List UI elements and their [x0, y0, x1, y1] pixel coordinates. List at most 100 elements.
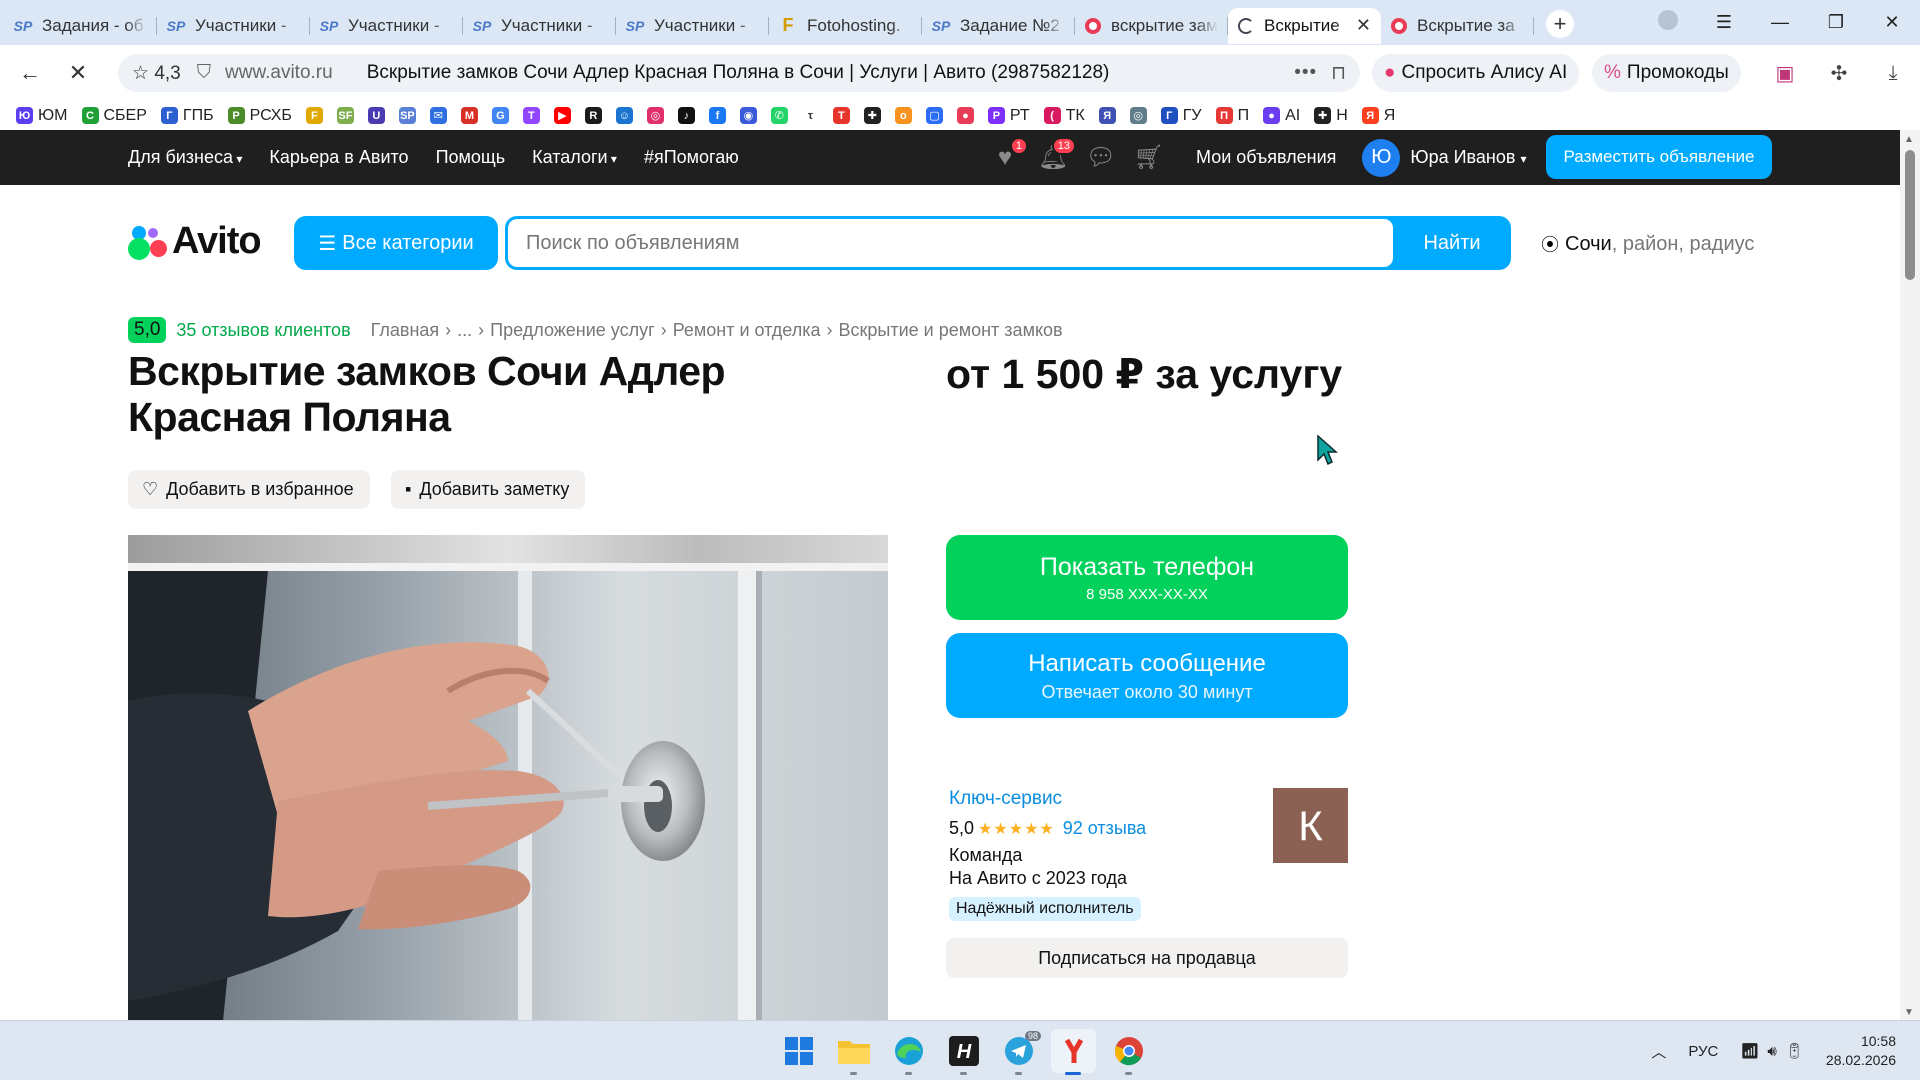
scrollbar-thumb[interactable] [1905, 150, 1915, 280]
bookmark-item[interactable]: U [367, 107, 385, 124]
header-nav-link[interactable]: #яПомогаю [644, 147, 739, 168]
browser-tab[interactable]: SP Участники - [157, 8, 310, 44]
bookmark-item[interactable]: ✉ [429, 107, 447, 124]
bookmark-item[interactable]: T [832, 107, 850, 124]
battery-icon[interactable]: 🔋︎ [1785, 1042, 1804, 1060]
close-tab-icon[interactable]: ✕ [1356, 15, 1371, 36]
search-button[interactable]: Найти [1393, 219, 1508, 267]
browser-tab[interactable]: Вскрытие ✕ [1228, 7, 1381, 44]
clock[interactable]: 10:58 28.02.2026 [1826, 1032, 1896, 1070]
bookmark-item[interactable]: M [460, 107, 478, 124]
download-icon[interactable]: ⤓ [1866, 62, 1920, 85]
address-bar[interactable]: ☆ 4,3 ⛉ www.avito.ru Вскрытие замков Соч… [118, 54, 1360, 92]
scroll-up-icon[interactable]: ▲ [1904, 134, 1914, 145]
stop-loading-button[interactable]: ✕ [54, 60, 102, 86]
taskbar-edge[interactable] [886, 1029, 931, 1075]
new-tab-button[interactable]: + [1546, 9, 1574, 38]
search-input[interactable] [508, 219, 1393, 267]
bookmark-item[interactable]: ♪ [677, 107, 695, 124]
browser-tab[interactable]: SP Участники - [463, 8, 616, 44]
my-ads-link[interactable]: Мои объявления [1196, 147, 1336, 168]
header-nav-link[interactable]: Помощь [436, 147, 506, 168]
bookmark-item[interactable]: R [584, 107, 602, 124]
browser-tab[interactable]: SP Задание №2 [922, 8, 1075, 44]
avito-logo[interactable]: Avito [128, 220, 262, 263]
alice-button[interactable]: ● Спросить Алису AI [1372, 54, 1580, 92]
browser-tab[interactable]: SP Участники - [310, 8, 463, 44]
scroll-down-icon[interactable]: ▼ [1904, 1007, 1914, 1018]
listing-photo-gallery[interactable] [128, 535, 888, 1020]
location-selector[interactable]: ⦿ Сочи, район, радиус [1541, 231, 1754, 257]
breadcrumb-link[interactable]: ... [457, 320, 472, 340]
bookmark-item[interactable]: Р РСХБ [227, 107, 292, 125]
bookmark-item[interactable]: G [491, 107, 509, 124]
taskbar-explorer[interactable] [831, 1029, 876, 1075]
seller-reviews-link[interactable]: 92 отзыва [1063, 818, 1146, 839]
taskbar-yandex-browser[interactable] [1051, 1029, 1096, 1075]
bookmark-item[interactable]: ◎ [646, 107, 664, 124]
more-icon[interactable]: ••• [1294, 62, 1317, 84]
volume-icon[interactable]: 🔊︎ [1767, 1043, 1776, 1060]
bookmark-item[interactable]: Г ГУ [1160, 107, 1202, 125]
bookmark-item[interactable]: (ТК [1043, 107, 1085, 125]
bookmark-item[interactable]: ▢ [925, 107, 943, 124]
subscribe-seller-button[interactable]: Подписаться на продавца [946, 938, 1348, 978]
bookmark-item[interactable]: T [522, 107, 540, 124]
start-button[interactable] [776, 1029, 821, 1073]
bookmark-item[interactable]: ● [956, 107, 974, 124]
header-nav-link[interactable]: Карьера в Авито [269, 147, 408, 168]
bookmark-item[interactable]: F [305, 107, 323, 124]
bookmark-item[interactable]: С СБЕР [81, 107, 147, 125]
bookmark-item[interactable]: Я [1098, 107, 1116, 124]
cart-icon[interactable]: 🛒︎ [1134, 143, 1164, 173]
taskbar-app-h[interactable]: H [941, 1029, 986, 1075]
bookmark-item[interactable]: ЯЯ [1361, 107, 1395, 125]
seller-avatar[interactable]: К [1273, 788, 1348, 863]
bookmark-item[interactable]: Р РТ [987, 107, 1030, 125]
page-scrollbar[interactable]: ▲ ▼ [1900, 130, 1920, 1020]
favorites-heart-icon[interactable]: ♥ 1 [990, 136, 1028, 173]
bookmark-item[interactable]: ПП [1215, 107, 1249, 125]
user-menu[interactable]: Юра Иванов ▾ [1410, 147, 1526, 168]
tab-menu-icon[interactable]: ☰ [1696, 12, 1752, 33]
add-to-favorites-button[interactable]: ♡ Добавить в избранное [128, 470, 370, 509]
taskbar-chrome[interactable] [1106, 1029, 1151, 1075]
user-avatar[interactable]: Ю [1362, 138, 1401, 177]
bookmark-item[interactable]: Ю ЮМ [16, 107, 68, 125]
restore-button[interactable]: ❐ [1808, 12, 1864, 33]
bookmark-item[interactable]: SF [336, 107, 354, 124]
back-button[interactable]: ← [6, 60, 54, 86]
bookmark-item[interactable]: ✆ [770, 107, 788, 124]
bookmark-item[interactable]: SP [398, 107, 416, 124]
taskbar-telegram[interactable]: 98 [996, 1029, 1041, 1075]
write-message-button[interactable]: Написать сообщение Отвечает около 30 мин… [946, 633, 1348, 718]
browser-tab[interactable]: Вскрытие за [1381, 8, 1534, 44]
shield-icon[interactable]: ⛉ [197, 62, 211, 84]
header-nav-link[interactable]: Каталоги ▾ [532, 147, 617, 168]
bookmark-item[interactable]: ● AI [1263, 107, 1300, 125]
bookmark-item[interactable]: f [708, 107, 726, 124]
input-language[interactable]: РУС [1688, 1043, 1718, 1060]
bookmark-item[interactable]: ◉ [739, 107, 757, 124]
messages-icon[interactable]: 💬︎ [1086, 143, 1116, 173]
browser-tab[interactable]: вскрытие зам [1075, 8, 1228, 44]
breadcrumb-link[interactable]: Ремонт и отделка [673, 320, 821, 340]
client-reviews-link[interactable]: 35 отзывов клиентов [176, 320, 350, 341]
profile-icon[interactable] [1640, 10, 1696, 35]
browser-tab[interactable]: F Fotohosting. [769, 8, 922, 44]
promo-button[interactable]: % Промокоды [1592, 54, 1741, 92]
breadcrumb-link[interactable]: Предложение услуг [490, 320, 655, 340]
extensions-icon[interactable]: ✣ [1812, 61, 1866, 86]
browser-tab[interactable]: SP Участники - [616, 8, 769, 44]
bookmark-item[interactable]: Г ГПБ [160, 107, 214, 125]
bookmark-item[interactable]: τ [801, 107, 819, 124]
bookmark-item[interactable]: о [894, 107, 912, 124]
close-window-button[interactable]: ✕ [1864, 12, 1920, 33]
header-nav-link[interactable]: Для бизнеса ▾ [128, 147, 242, 168]
site-rating[interactable]: ☆ 4,3 [132, 62, 181, 85]
image-icon[interactable]: ▣ [1758, 61, 1812, 86]
bookmark-item[interactable]: ▶ [553, 107, 571, 124]
all-categories-button[interactable]: ☰ Все категории [294, 216, 498, 270]
tray-overflow-chevron-icon[interactable]: ︿ [1651, 1041, 1666, 1062]
minimize-button[interactable]: — [1752, 12, 1808, 33]
